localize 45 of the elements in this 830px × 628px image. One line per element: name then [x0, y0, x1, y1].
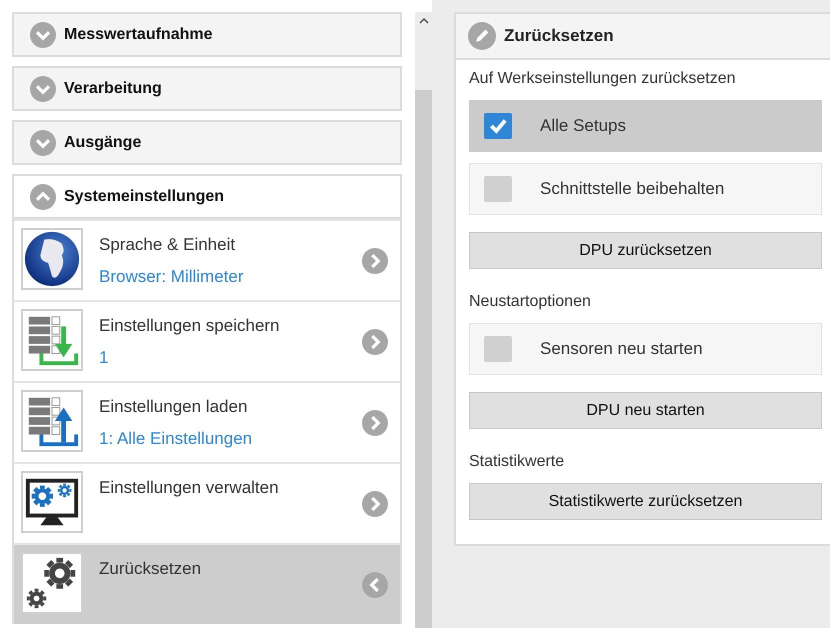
checkbox[interactable] — [484, 113, 512, 139]
item-title: Einstellungen verwalten — [99, 478, 280, 498]
item-title: Einstellungen speichern — [99, 316, 281, 336]
item-value: 1: Alle Einstellungen — [99, 429, 254, 449]
chevron-down-icon — [30, 130, 56, 156]
chevron-right-icon — [362, 490, 388, 516]
checkbox[interactable] — [484, 336, 512, 362]
group-label: Statistikwerte — [469, 453, 566, 471]
chevron-right-icon — [362, 248, 388, 274]
chevron-left-icon — [362, 572, 388, 598]
checkbox-option[interactable]: Schnittstelle beibehalten — [469, 163, 822, 215]
chevron-right-icon — [362, 410, 388, 436]
section-header[interactable]: Verarbeitung — [12, 66, 402, 111]
download-icon — [21, 309, 83, 371]
group-label: Auf Werkseinstellungen zurücksetzen — [469, 70, 737, 88]
chevron-right-icon — [362, 328, 388, 354]
checkbox[interactable] — [484, 176, 512, 202]
checkbox-option[interactable]: Sensoren neu starten — [469, 323, 822, 375]
chevron-down-icon — [30, 22, 56, 48]
section-header[interactable]: Ausgänge — [12, 120, 402, 165]
option-label: Alle Setups — [540, 116, 626, 136]
item-title: Sprache & Einheit — [99, 235, 236, 255]
action-button[interactable]: DPU zurücksetzen — [469, 232, 822, 269]
item-value: Browser: Millimeter — [99, 267, 245, 287]
section-header[interactable]: Messwertaufnahme — [12, 12, 402, 57]
monitor-gears-icon — [21, 471, 83, 533]
panel-title: Zurücksetzen — [504, 26, 614, 46]
section-header[interactable]: Systemeinstellungen — [12, 174, 402, 219]
item-value: 1 — [99, 348, 110, 368]
action-button[interactable]: DPU neu starten — [469, 392, 822, 429]
action-button[interactable]: Statistikwerte zurücksetzen — [469, 483, 822, 520]
chevron-up-icon — [30, 184, 56, 210]
upload-icon — [21, 390, 83, 452]
settings-item[interactable]: Zurücksetzen — [14, 543, 400, 624]
gears-icon — [21, 552, 83, 614]
group-label: Neustartoptionen — [469, 293, 592, 311]
item-title: Einstellungen laden — [99, 397, 248, 417]
option-label: Sensoren neu starten — [540, 339, 703, 359]
scroll-up-icon[interactable] — [418, 18, 428, 24]
globe-icon — [21, 228, 83, 290]
item-title: Zurücksetzen — [99, 559, 202, 579]
chevron-down-icon — [30, 76, 56, 102]
pencil-icon — [468, 22, 496, 50]
checkbox-option[interactable]: Alle Setups — [469, 100, 822, 152]
option-label: Schnittstelle beibehalten — [540, 179, 724, 199]
